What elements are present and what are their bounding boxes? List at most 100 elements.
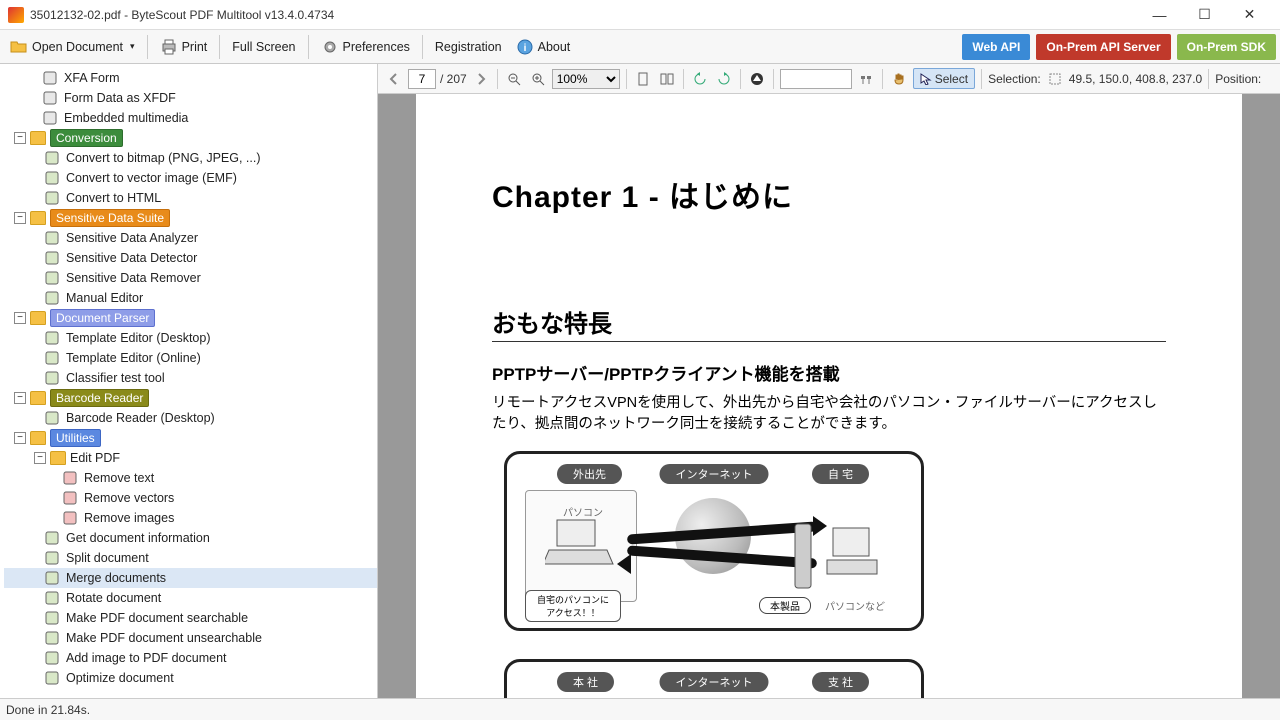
- tree-item[interactable]: Embedded multimedia: [4, 108, 377, 128]
- print-button[interactable]: Print: [154, 33, 214, 61]
- main-toolbar: Open Document ▾ Print Full Screen Prefer…: [0, 30, 1280, 64]
- two-page-icon[interactable]: [657, 69, 677, 89]
- tree-item[interactable]: Add image to PDF document: [4, 648, 377, 668]
- find-button[interactable]: [856, 69, 876, 89]
- tree-item[interactable]: Remove images: [4, 508, 377, 528]
- web-api-button[interactable]: Web API: [962, 34, 1030, 60]
- tree-item[interactable]: − Sensitive Data Suite: [4, 208, 377, 228]
- about-button[interactable]: i About: [510, 33, 577, 61]
- item-icon: [62, 511, 78, 525]
- tree-item[interactable]: Sensitive Data Detector: [4, 248, 377, 268]
- tree-item[interactable]: Form Data as XFDF: [4, 88, 377, 108]
- pill-right: 自 宅: [812, 464, 869, 484]
- tree-item[interactable]: Rotate document: [4, 588, 377, 608]
- zoom-out-button[interactable]: [504, 69, 524, 89]
- item-icon: [44, 331, 60, 345]
- tree-item[interactable]: Merge documents: [4, 568, 377, 588]
- tree[interactable]: XFA Form Form Data as XFDF Embedded multim…: [0, 64, 377, 698]
- tree-item[interactable]: Barcode Reader (Desktop): [4, 408, 377, 428]
- tree-item[interactable]: Convert to bitmap (PNG, JPEG, ...): [4, 148, 377, 168]
- single-page-icon[interactable]: [633, 69, 653, 89]
- tree-item-label: Sensitive Data Remover: [66, 271, 201, 285]
- folder-icon: [30, 311, 46, 325]
- page-number-input[interactable]: [408, 69, 436, 89]
- tree-item[interactable]: Classifier test tool: [4, 368, 377, 388]
- group-label: Sensitive Data Suite: [50, 209, 170, 227]
- rotate-cw-button[interactable]: [714, 69, 734, 89]
- chapter-heading: Chapter 1 - はじめに: [492, 172, 1166, 216]
- tree-item[interactable]: −Utilities: [4, 428, 377, 448]
- zoom-select[interactable]: 100%: [552, 69, 620, 89]
- close-button[interactable]: ✕: [1227, 0, 1272, 30]
- collapse-toggle[interactable]: −: [14, 312, 26, 324]
- tree-item[interactable]: Convert to vector image (EMF): [4, 168, 377, 188]
- folder-icon: [30, 211, 46, 225]
- registration-button[interactable]: Registration: [429, 33, 508, 61]
- tree-item-label: Template Editor (Desktop): [66, 331, 211, 345]
- pdf-viewer[interactable]: Chapter 1 - はじめに おもな特長 PPTPサーバー/PPTPクライア…: [378, 94, 1280, 698]
- tree-item[interactable]: Manual Editor: [4, 288, 377, 308]
- tree-item[interactable]: Remove text: [4, 468, 377, 488]
- tree-item[interactable]: Make PDF document unsearchable: [4, 628, 377, 648]
- toolbar-separator: [308, 35, 309, 59]
- tree-item[interactable]: Template Editor (Online): [4, 348, 377, 368]
- tree-item[interactable]: −Barcode Reader: [4, 388, 377, 408]
- next-page-button[interactable]: [471, 69, 491, 89]
- item-icon: [44, 191, 60, 205]
- prev-page-button[interactable]: [384, 69, 404, 89]
- folder-icon: [30, 131, 46, 145]
- tree-item-label: XFA Form: [64, 71, 120, 85]
- hand-tool-button[interactable]: [889, 69, 909, 89]
- select-tool-button[interactable]: Select: [913, 68, 975, 89]
- gear-icon: [321, 38, 339, 56]
- tree-item-label: Embedded multimedia: [64, 111, 188, 125]
- collapse-toggle[interactable]: −: [14, 212, 26, 224]
- collapse-toggle[interactable]: −: [14, 132, 26, 144]
- tree-item[interactable]: XFA Form: [4, 68, 377, 88]
- diagram-remote-access: 外出先 インターネット 自 宅 パソコン パソコンなど 本製品 自宅のパソコンに: [504, 451, 924, 631]
- maximize-button[interactable]: ☐: [1182, 0, 1227, 30]
- tree-item[interactable]: Make PDF document searchable: [4, 608, 377, 628]
- router-icon: [791, 516, 815, 596]
- tree-item[interactable]: Remove vectors: [4, 488, 377, 508]
- rotate-ccw-button[interactable]: [690, 69, 710, 89]
- highlight-toggle[interactable]: [747, 69, 767, 89]
- item-icon: [44, 271, 60, 285]
- onprem-sdk-button[interactable]: On-Prem SDK: [1177, 34, 1276, 60]
- tree-item[interactable]: Convert to HTML: [4, 188, 377, 208]
- open-document-button[interactable]: Open Document ▾: [4, 33, 141, 61]
- minimize-button[interactable]: —: [1137, 0, 1182, 30]
- fullscreen-button[interactable]: Full Screen: [226, 33, 301, 61]
- folder-icon: [30, 431, 46, 445]
- feature-paragraph: リモートアクセスVPNを使用して、外出先から自宅や会社のパソコン・ファイルサーバ…: [492, 393, 1166, 435]
- tree-item-label: Classifier test tool: [66, 371, 165, 385]
- tree-item[interactable]: −Edit PDF: [4, 448, 377, 468]
- collapse-toggle[interactable]: −: [14, 392, 26, 404]
- tree-item[interactable]: −Conversion: [4, 128, 377, 148]
- tree-item[interactable]: Split document: [4, 548, 377, 568]
- tree-item[interactable]: Get document information: [4, 528, 377, 548]
- tree-item[interactable]: Template Editor (Desktop): [4, 328, 377, 348]
- item-icon: [62, 491, 78, 505]
- selection-value: 49.5, 150.0, 408.8, 237.0: [1069, 72, 1202, 86]
- collapse-toggle[interactable]: −: [34, 452, 46, 464]
- tree-item-label: Convert to HTML: [66, 191, 161, 205]
- folder-open-icon: [10, 38, 28, 56]
- sidebar: XFA Form Form Data as XFDF Embedded multim…: [0, 64, 378, 698]
- preferences-button[interactable]: Preferences: [315, 33, 416, 61]
- zoom-in-button[interactable]: [528, 69, 548, 89]
- tree-item[interactable]: Optimize document: [4, 668, 377, 688]
- tree-item[interactable]: Sensitive Data Remover: [4, 268, 377, 288]
- search-input[interactable]: [780, 69, 852, 89]
- item-icon: [44, 551, 60, 565]
- section-heading: おもな特長: [492, 304, 1166, 342]
- group-label: Document Parser: [50, 309, 155, 327]
- laptop-icon: [545, 516, 615, 572]
- onprem-api-server-button[interactable]: On-Prem API Server: [1036, 34, 1170, 60]
- tree-item[interactable]: Sensitive Data Analyzer: [4, 228, 377, 248]
- item-icon: [44, 291, 60, 305]
- tree-item-label: Sensitive Data Detector: [66, 251, 197, 265]
- collapse-toggle[interactable]: −: [14, 432, 26, 444]
- feature-heading: PPTPサーバー/PPTPクライアント機能を搭載: [492, 360, 1166, 385]
- tree-item[interactable]: − Document Parser: [4, 308, 377, 328]
